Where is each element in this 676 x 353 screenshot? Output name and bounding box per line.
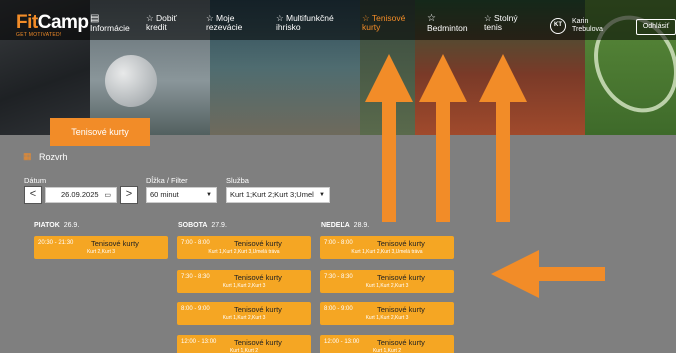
slot-card[interactable]: 7:30 - 8:30 Tenisové kurty Kurt 1,Kurt 2,K… <box>320 270 454 293</box>
length-label: Dĺžka / Filter <box>146 176 188 185</box>
slot-title: Tenisové kurty <box>91 239 139 248</box>
slot-card[interactable]: 12:00 - 13:00 Tenisové kurty Kurt 1,Kurt 2 <box>320 335 454 353</box>
next-day-button[interactable]: > <box>120 186 138 204</box>
chevron-down-icon: ▼ <box>319 192 325 198</box>
slot-card[interactable]: 8:00 - 9:00 Tenisové kurty Kurt 1,Kurt 2,K… <box>177 302 311 325</box>
slot-time: 12:00 - 13:00 <box>324 339 360 345</box>
slot-card[interactable]: 7:00 - 8:00 Tenisové kurty Kurt 1,Kurt 2,K… <box>320 236 454 259</box>
slot-card[interactable]: 20:30 - 21:30 Tenisové kurty Kurt 2,Kurt 3 <box>34 236 168 259</box>
annotation-arrow-up <box>479 54 527 222</box>
slot-title: Tenisové kurty <box>377 305 425 314</box>
slot-title: Tenisové kurty <box>234 239 282 248</box>
slot-courts: Kurt 1,Kurt 2,Kurt 3 <box>222 315 266 321</box>
annotation-arrow-up <box>365 54 413 222</box>
slot-time: 7:00 - 8:00 <box>324 240 353 246</box>
chevron-down-icon: ▼ <box>206 192 212 198</box>
date-input[interactable]: 26.09.2025 ▭ <box>45 187 117 203</box>
nav-badminton[interactable]: ☆ Bedminton <box>427 14 468 33</box>
slot-courts: Kurt 2,Kurt 3 <box>86 249 116 255</box>
slot-title: Tenisové kurty <box>377 338 425 347</box>
calendar-icon: ▦ <box>23 151 32 161</box>
day-header-friday: PIATOK 26.9. <box>34 222 80 229</box>
slot-courts: Kurt 1,Kurt 2 <box>372 348 402 353</box>
logo-tagline: GET MOTIVATED! <box>16 32 62 38</box>
slot-time: 12:00 - 13:00 <box>181 339 217 345</box>
slot-card[interactable]: 8:00 - 9:00 Tenisové kurty Kurt 1,Kurt 2,K… <box>320 302 454 325</box>
slot-title: Tenisové kurty <box>234 305 282 314</box>
slot-time: 7:30 - 8:30 <box>181 274 210 280</box>
slot-courts: Kurt 1,Kurt 2 <box>229 348 259 353</box>
slot-time: 7:30 - 8:30 <box>324 274 353 280</box>
service-select[interactable]: Kurt 1;Kurt 2;Kurt 3;Umel ▼ <box>226 187 330 203</box>
slot-card[interactable]: 7:30 - 8:30 Tenisové kurty Kurt 1,Kurt 2,K… <box>177 270 311 293</box>
logout-button[interactable]: Odhlásiť <box>636 19 676 35</box>
prev-day-button[interactable]: < <box>24 186 42 204</box>
calendar-picker-icon[interactable]: ▭ <box>104 189 111 203</box>
logo-text-fit: Fit <box>16 12 38 33</box>
nav-multi-court[interactable]: ☆ Multifunkčné ihrisko <box>276 14 334 32</box>
slot-courts: Kurt 1,Kurt 2,Kurt 3 <box>365 283 409 289</box>
slot-time: 8:00 - 9:00 <box>181 306 210 312</box>
annotation-arrow-up <box>419 54 467 222</box>
slot-title: Tenisové kurty <box>234 338 282 347</box>
fitcamp-logo[interactable]: FitCamp GET MOTIVATED! <box>16 13 89 38</box>
slot-courts: Kurt 1,Kurt 2,Kurt 3 <box>222 283 266 289</box>
slot-courts: Kurt 1,Kurt 2,Kurt 3,Umelá tráva <box>208 249 280 255</box>
slot-time: 7:00 - 8:00 <box>181 240 210 246</box>
day-header-sunday: NEDEĽA 28.9. <box>321 222 370 229</box>
nav-table-tennis[interactable]: ☆ Stolný tenis <box>484 14 518 32</box>
slot-title: Tenisové kurty <box>234 273 282 282</box>
nav-reservations[interactable]: ☆ Moje rezevácie <box>206 14 242 32</box>
slot-time: 20:30 - 21:30 <box>38 240 74 246</box>
football-image <box>105 55 157 107</box>
slot-courts: Kurt 1,Kurt 2,Kurt 3 <box>365 315 409 321</box>
service-label: Služba <box>226 176 249 185</box>
nav-info[interactable]: ▤ Informácie <box>90 14 130 33</box>
day-header-saturday: SOBOTA 27.9. <box>178 222 227 229</box>
nav-credit[interactable]: ☆ Dobiť kredit <box>146 14 177 32</box>
user-avatar-icon[interactable]: KT <box>550 18 566 34</box>
slot-title: Tenisové kurty <box>377 273 425 282</box>
user-name[interactable]: Karin Trebulova <box>572 18 603 34</box>
top-navigation: FitCamp GET MOTIVATED! ▤ Informácie ☆ Do… <box>0 0 676 40</box>
slot-title: Tenisové kurty <box>377 239 425 248</box>
slot-card[interactable]: 7:00 - 8:00 Tenisové kurty Kurt 1,Kurt 2,K… <box>177 236 311 259</box>
page-subtitle: Tenisové kurty <box>50 118 150 146</box>
length-select[interactable]: 60 minut ▼ <box>146 187 217 203</box>
date-label: Dátum <box>24 176 47 185</box>
annotation-arrow-left <box>491 250 605 298</box>
slot-card[interactable]: 12:00 - 13:00 Tenisové kurty Kurt 1,Kurt 2 <box>177 335 311 353</box>
slot-courts: Kurt 1,Kurt 2,Kurt 3,Umelá tráva <box>351 249 423 255</box>
logo-text-camp: Camp <box>37 12 89 33</box>
section-title: Rozvrh <box>39 152 68 162</box>
nav-tennis-courts[interactable]: ☆ Tenisové kurty <box>362 14 405 32</box>
slot-time: 8:00 - 9:00 <box>324 306 353 312</box>
